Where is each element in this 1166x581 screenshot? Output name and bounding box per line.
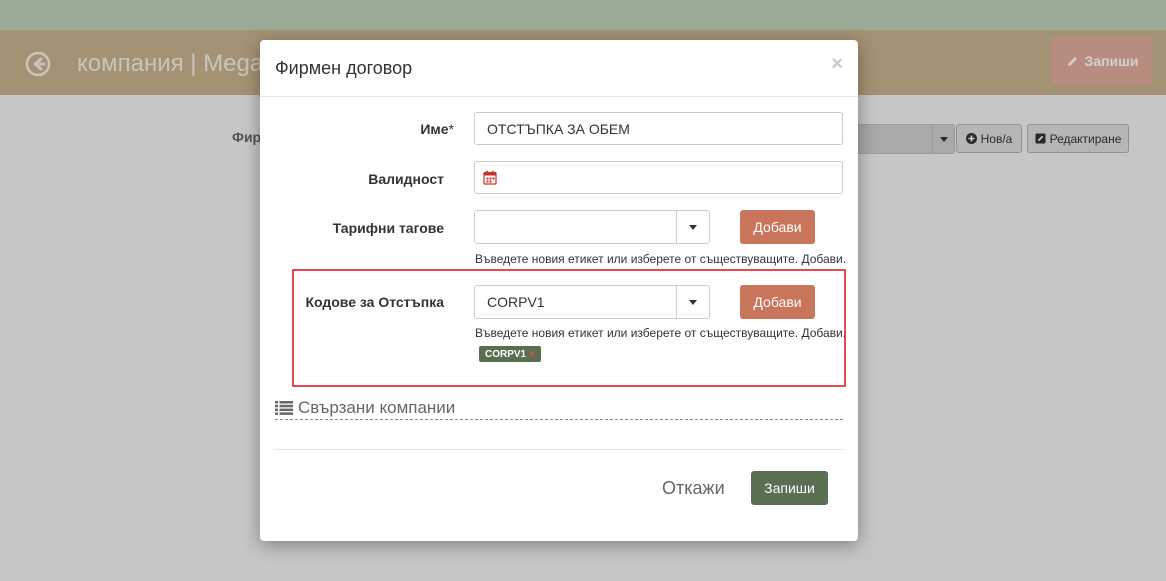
tariff-tags-select[interactable] (474, 210, 710, 244)
name-input[interactable]: ОТСТЪПКА ЗА ОБЕМ (474, 112, 843, 145)
contract-modal: Фирмен договор × Име* ОТСТЪПКА ЗА ОБЕМ В… (260, 40, 858, 541)
name-label-text: Име (420, 121, 449, 137)
discount-code-tag: CORPV1 × (479, 346, 541, 362)
list-icon (275, 401, 293, 415)
close-icon[interactable]: × (831, 54, 843, 74)
required-marker: * (448, 121, 454, 137)
modal-title: Фирмен договор (275, 58, 413, 78)
modal-header: Фирмен договор × (260, 40, 858, 97)
caret-down-icon[interactable] (676, 286, 709, 318)
linked-companies-section[interactable]: Свързани компании (275, 397, 843, 420)
name-input-value: ОТСТЪПКА ЗА ОБЕМ (487, 120, 630, 137)
validity-label: Валидност (368, 171, 444, 187)
linked-companies-title: Свързани компании (298, 398, 456, 417)
discount-codes-value: CORPV1 (487, 294, 545, 310)
discount-codes-add-button[interactable]: Добави (740, 285, 815, 319)
calendar-icon (483, 170, 497, 185)
tag-label: CORPV1 (485, 348, 527, 360)
discount-codes-help: Въведете новия етикет или изберете от съ… (475, 326, 847, 340)
tariff-tags-add-button[interactable]: Добави (740, 210, 815, 244)
discount-codes-select[interactable]: CORPV1 (474, 285, 710, 319)
validity-input[interactable] (474, 161, 843, 194)
tariff-tags-help: Въведете новия етикет или изберете от съ… (475, 252, 847, 266)
tag-remove-icon[interactable]: × (529, 349, 535, 360)
tariff-tags-label: Тарифни тагове (332, 220, 444, 236)
caret-down-icon[interactable] (676, 211, 709, 243)
name-label: Име* (420, 121, 454, 137)
discount-codes-label: Кодове за Отстъпка (305, 294, 444, 310)
cancel-button[interactable]: Откажи (662, 478, 725, 499)
save-button[interactable]: Запиши (751, 471, 828, 505)
footer-divider (275, 449, 843, 450)
